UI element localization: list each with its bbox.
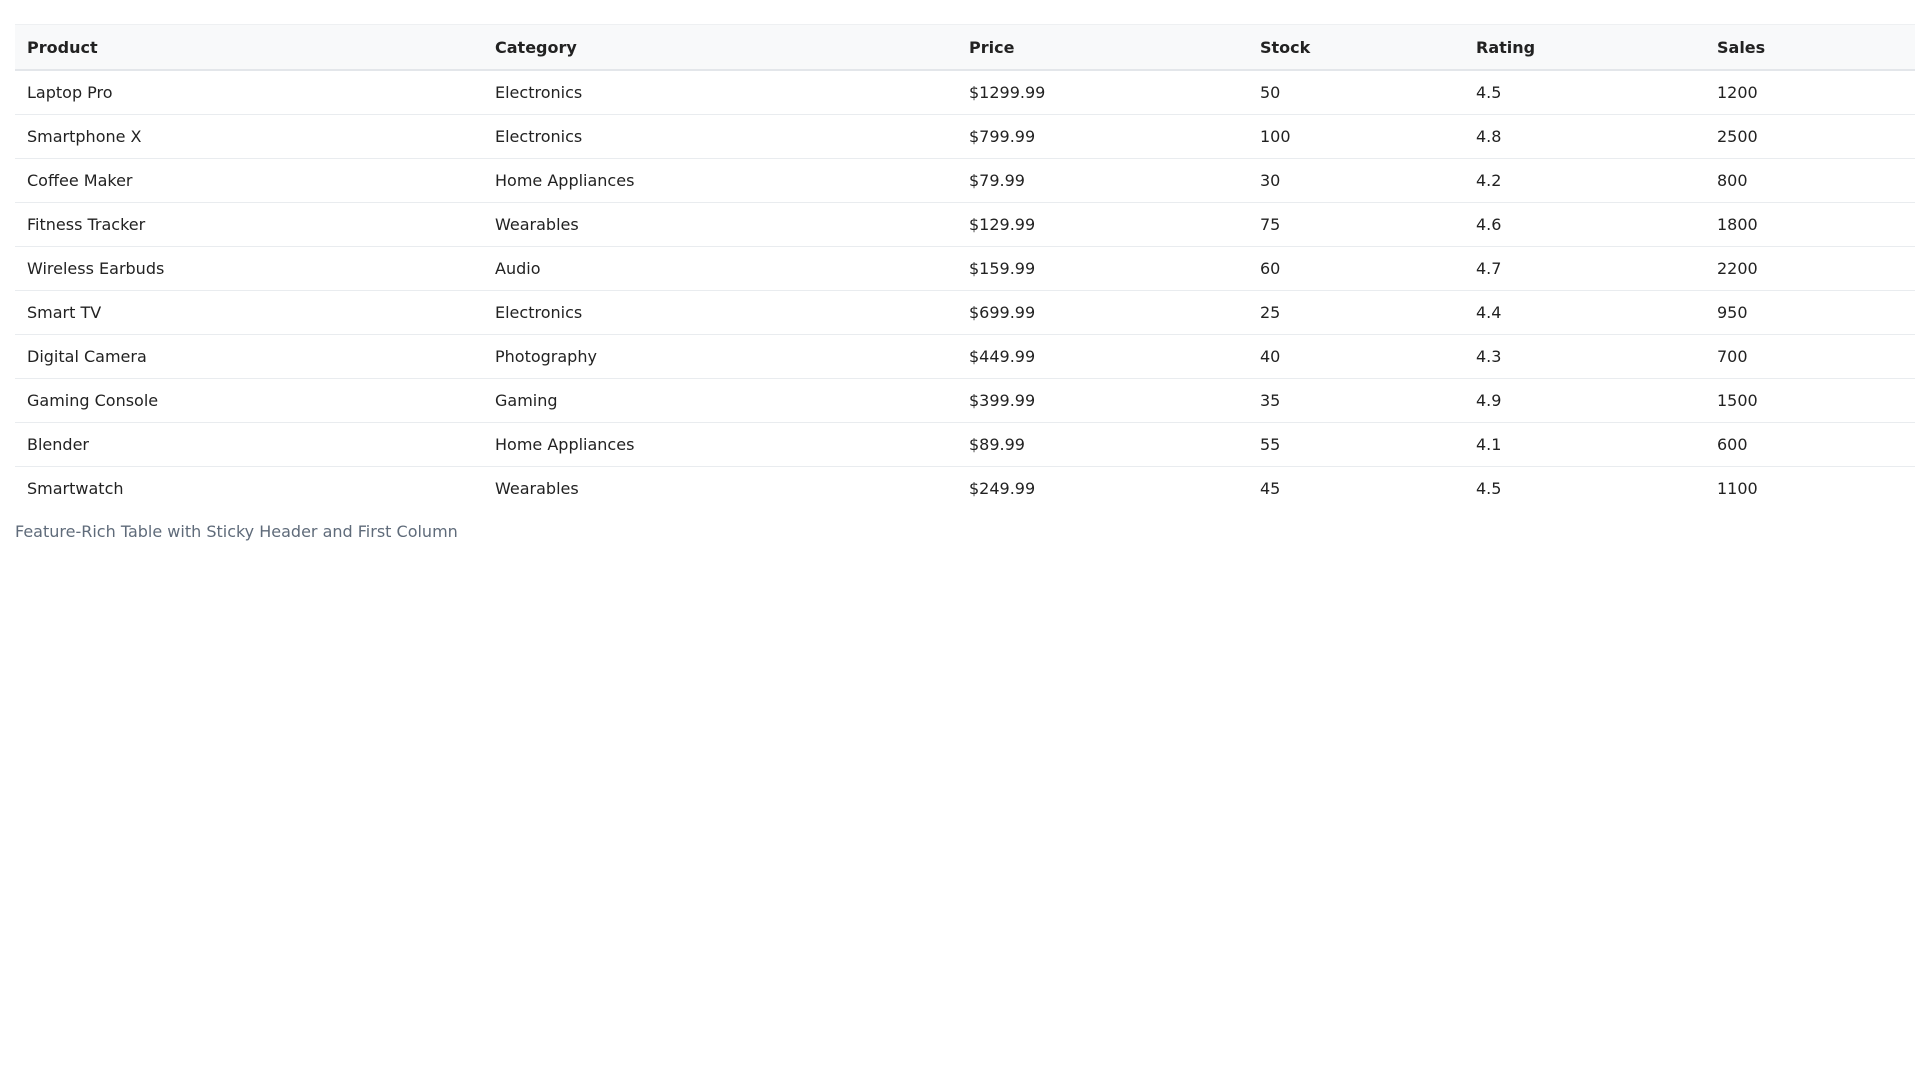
cell-stock: 30	[1248, 158, 1464, 203]
cell-product: Gaming Console	[15, 378, 483, 423]
cell-rating: 4.1	[1464, 422, 1705, 467]
cell-price: $129.99	[957, 202, 1248, 247]
cell-rating: 4.4	[1464, 290, 1705, 335]
cell-product: Smartphone X	[15, 114, 483, 159]
cell-stock: 25	[1248, 290, 1464, 335]
cell-stock: 40	[1248, 334, 1464, 379]
cell-sales: 950	[1705, 290, 1915, 335]
cell-rating: 4.2	[1464, 158, 1705, 203]
cell-sales: 700	[1705, 334, 1915, 379]
table-body: Laptop Pro Electronics $1299.99 50 4.5 1…	[15, 70, 1915, 510]
cell-stock: 75	[1248, 202, 1464, 247]
cell-sales: 1200	[1705, 70, 1915, 115]
product-table: Product Category Price Stock Rating Sale…	[15, 24, 1915, 510]
header-row: Product Category Price Stock Rating Sale…	[15, 24, 1915, 71]
table-row[interactable]: Wireless Earbuds Audio $159.99 60 4.7 22…	[15, 246, 1915, 291]
cell-rating: 4.6	[1464, 202, 1705, 247]
column-header-category[interactable]: Category	[483, 24, 957, 71]
cell-category: Electronics	[483, 290, 957, 335]
cell-rating: 4.5	[1464, 70, 1705, 115]
cell-rating: 4.7	[1464, 246, 1705, 291]
cell-category: Home Appliances	[483, 158, 957, 203]
cell-category: Electronics	[483, 114, 957, 159]
table-row[interactable]: Laptop Pro Electronics $1299.99 50 4.5 1…	[15, 70, 1915, 115]
cell-category: Gaming	[483, 378, 957, 423]
cell-sales: 1100	[1717, 479, 1758, 498]
cell-sales: 1500	[1705, 378, 1915, 423]
cell-category: Audio	[483, 246, 957, 291]
cell-product: Laptop Pro	[15, 70, 483, 115]
table-container: Product Category Price Stock Rating Sale…	[15, 24, 1915, 541]
cell-rating: 4.9	[1464, 378, 1705, 423]
cell-sales: 600	[1705, 422, 1915, 467]
column-header-price[interactable]: Price	[957, 24, 1248, 71]
table-caption: Feature-Rich Table with Sticky Header an…	[15, 522, 458, 541]
cell-product: Coffee Maker	[15, 158, 483, 203]
cell-price: $159.99	[957, 246, 1248, 291]
table-row[interactable]: Smartphone X Electronics $799.99 100 4.8…	[15, 114, 1915, 159]
table-row[interactable]: Digital Camera Photography $449.99 40 4.…	[15, 334, 1915, 379]
cell-product: Wireless Earbuds	[15, 246, 483, 291]
table-row[interactable]: Smartwatch Wearables $249.99 45 4.5 1100	[15, 467, 1915, 511]
table-row[interactable]: Blender Home Appliances $89.99 55 4.1 60…	[15, 422, 1915, 467]
cell-rating: 4.3	[1464, 334, 1705, 379]
cell-stock: 45	[1260, 479, 1281, 498]
cell-stock: 100	[1248, 114, 1464, 159]
cell-price: $449.99	[957, 334, 1248, 379]
table-row[interactable]: Fitness Tracker Wearables $129.99 75 4.6…	[15, 202, 1915, 247]
cell-category: Wearables	[483, 202, 957, 247]
cell-price: $699.99	[957, 290, 1248, 335]
cell-rating: 4.5	[1476, 479, 1502, 498]
cell-product: Blender	[15, 422, 483, 467]
cell-stock: 55	[1248, 422, 1464, 467]
cell-category: Wearables	[495, 479, 579, 498]
column-header-product[interactable]: Product	[15, 24, 483, 71]
column-header-stock[interactable]: Stock	[1248, 24, 1464, 71]
table-row[interactable]: Gaming Console Gaming $399.99 35 4.9 150…	[15, 378, 1915, 423]
cell-stock: 35	[1248, 378, 1464, 423]
cell-rating: 4.8	[1464, 114, 1705, 159]
table-row[interactable]: Coffee Maker Home Appliances $79.99 30 4…	[15, 158, 1915, 203]
cell-price: $399.99	[957, 378, 1248, 423]
cell-stock: 60	[1248, 246, 1464, 291]
cell-category: Photography	[483, 334, 957, 379]
table-row[interactable]: Smart TV Electronics $699.99 25 4.4 950	[15, 290, 1915, 335]
cell-sales: 2500	[1705, 114, 1915, 159]
column-header-sales[interactable]: Sales	[1705, 24, 1915, 71]
cell-stock: 50	[1248, 70, 1464, 115]
table-header: Product Category Price Stock Rating Sale…	[15, 24, 1915, 71]
cell-price: $799.99	[957, 114, 1248, 159]
cell-product: Smartwatch	[27, 479, 124, 498]
cell-price: $1299.99	[957, 70, 1248, 115]
cell-price: $79.99	[957, 158, 1248, 203]
cell-price: $89.99	[957, 422, 1248, 467]
cell-sales: 800	[1705, 158, 1915, 203]
cell-product: Digital Camera	[15, 334, 483, 379]
cell-product: Smart TV	[15, 290, 483, 335]
column-header-rating[interactable]: Rating	[1464, 24, 1705, 71]
cell-sales: 1800	[1705, 202, 1915, 247]
cell-sales: 2200	[1705, 246, 1915, 291]
cell-category: Electronics	[483, 70, 957, 115]
cell-category: Home Appliances	[483, 422, 957, 467]
cell-price: $249.99	[969, 479, 1036, 498]
cell-product: Fitness Tracker	[15, 202, 483, 247]
